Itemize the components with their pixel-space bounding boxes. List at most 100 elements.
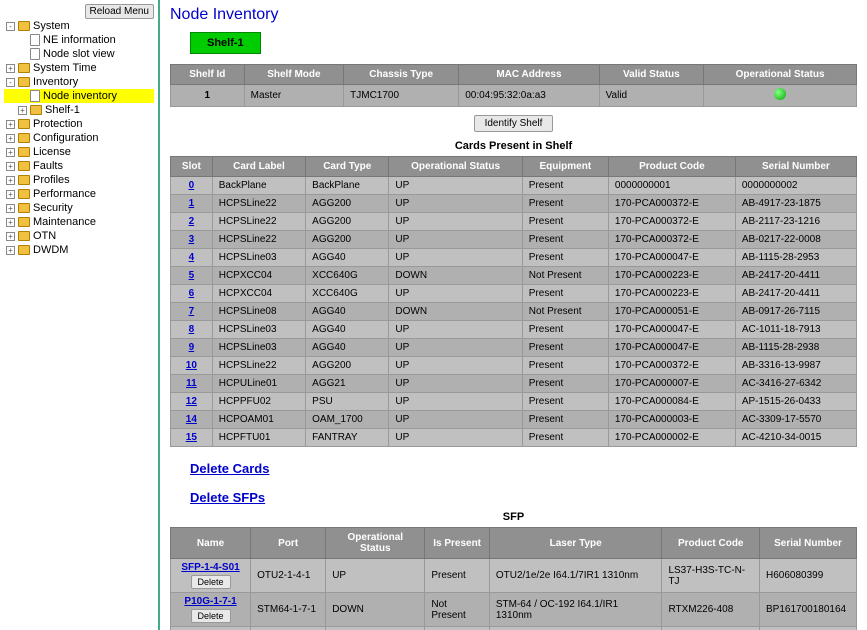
status-dot-icon: [774, 88, 786, 100]
nav-label: Protection: [33, 118, 83, 130]
slot-link[interactable]: 7: [189, 306, 195, 317]
folder-icon: [18, 189, 30, 199]
delete-button[interactable]: Delete: [191, 609, 231, 623]
expand-icon[interactable]: +: [6, 218, 15, 227]
delete-cards-link[interactable]: Delete Cards: [190, 461, 857, 476]
col-header: Port: [251, 528, 326, 559]
expand-icon[interactable]: +: [6, 232, 15, 241]
cell: 170-PCA000372-E: [608, 195, 735, 213]
page-title: Node Inventory: [170, 6, 857, 24]
nav-item-node-inventory[interactable]: Node inventory: [4, 89, 154, 103]
document-icon: [30, 90, 40, 102]
expand-icon[interactable]: +: [6, 176, 15, 185]
slot-link[interactable]: 4: [189, 252, 195, 263]
cell: UP: [389, 411, 522, 429]
folder-icon: [18, 63, 30, 73]
nav-item-system-time[interactable]: +System Time: [4, 61, 154, 75]
cell: AB-4917-23-1875: [735, 195, 856, 213]
cell: HCPXCC04: [212, 267, 305, 285]
sfp-table: NamePortOperational StatusIs PresentLase…: [170, 527, 857, 630]
expand-icon[interactable]: +: [6, 204, 15, 213]
cell: STM64-1-7-1: [251, 627, 326, 630]
expand-icon[interactable]: +: [6, 120, 15, 129]
expand-icon[interactable]: +: [6, 246, 15, 255]
nav-item-otn[interactable]: +OTN: [4, 229, 154, 243]
slot-link[interactable]: 0: [189, 180, 195, 191]
slot-link[interactable]: 6: [189, 288, 195, 299]
cell: BP161700180164: [760, 593, 857, 627]
nav-label: Performance: [33, 188, 96, 200]
nav-label: System: [33, 20, 70, 32]
slot-link[interactable]: 3: [189, 234, 195, 245]
card-row: 5HCPXCC04XCC640GDOWNNot Present170-PCA00…: [171, 267, 857, 285]
cell: UP: [389, 195, 522, 213]
nav-item-protection[interactable]: + Protection: [4, 117, 154, 131]
sfp-name-link[interactable]: P10G-1-7-1: [177, 596, 244, 607]
nav-item-inventory[interactable]: -Inventory: [4, 75, 154, 89]
nav-item-dwdm[interactable]: + DWDM: [4, 243, 154, 257]
nav-item-maintenance[interactable]: +Maintenance: [4, 215, 154, 229]
cell: HCPSLine22: [212, 195, 305, 213]
folder-icon: [18, 161, 30, 171]
nav-label: Shelf-1: [45, 104, 80, 116]
card-row: 4HCPSLine03AGG40UPPresent170-PCA000047-E…: [171, 249, 857, 267]
col-header: Laser Type: [489, 528, 662, 559]
shelf-tab[interactable]: Shelf-1: [190, 32, 261, 54]
nav-item-license[interactable]: +License: [4, 145, 154, 159]
nav-item-node-slot-view[interactable]: Node slot view: [4, 47, 154, 61]
slot-link[interactable]: 8: [189, 324, 195, 335]
reload-menu-button[interactable]: Reload Menu: [85, 4, 154, 19]
cell: AGG40: [306, 321, 389, 339]
folder-icon: [18, 245, 30, 255]
main-content: Node Inventory Shelf-1 Shelf IdShelf Mod…: [160, 0, 867, 630]
slot-link[interactable]: 10: [186, 360, 197, 371]
col-header: Serial Number: [735, 157, 856, 177]
nav-item-security[interactable]: +Security: [4, 201, 154, 215]
expand-icon[interactable]: -: [6, 22, 15, 31]
expand-icon[interactable]: +: [6, 190, 15, 199]
shelf-chassis: TJMC1700: [344, 85, 459, 107]
expand-icon[interactable]: +: [6, 148, 15, 157]
slot-link[interactable]: 11: [186, 378, 197, 389]
nav-item-configuration[interactable]: +Configuration: [4, 131, 154, 145]
expand-icon[interactable]: +: [6, 134, 15, 143]
expand-icon[interactable]: +: [6, 162, 15, 171]
nav-item-performance[interactable]: + Performance: [4, 187, 154, 201]
slot-link[interactable]: 2: [189, 216, 195, 227]
cell: Present: [522, 249, 608, 267]
sfp-name-link[interactable]: SFP-1-4-S01: [177, 562, 244, 573]
expand-icon[interactable]: +: [6, 64, 15, 73]
nav-item-profiles[interactable]: +Profiles: [4, 173, 154, 187]
col-header: Shelf Mode: [244, 65, 343, 85]
slot-link[interactable]: 1: [189, 198, 195, 209]
slot-link[interactable]: 12: [186, 396, 197, 407]
slot-link[interactable]: 9: [189, 342, 195, 353]
cell: UP: [389, 249, 522, 267]
cell: Present: [522, 357, 608, 375]
delete-button[interactable]: Delete: [191, 575, 231, 589]
cell: FANTRAY: [306, 429, 389, 447]
cell: DOWN: [389, 303, 522, 321]
nav-label: DWDM: [33, 244, 68, 256]
identify-shelf-button[interactable]: Identify Shelf: [474, 115, 554, 132]
nav-item-faults[interactable]: + Faults: [4, 159, 154, 173]
cell: UP: [389, 321, 522, 339]
cell: AC-4210-34-0015: [735, 429, 856, 447]
nav-item-system[interactable]: - System: [4, 19, 154, 33]
delete-sfps-link[interactable]: Delete SFPs: [190, 490, 857, 505]
shelf-valid: Valid: [599, 85, 704, 107]
slot-link[interactable]: 5: [189, 270, 195, 281]
cell: PT765F-81-2TD+: [662, 627, 760, 630]
cell: 0000000002: [735, 177, 856, 195]
nav-label: Faults: [33, 160, 63, 172]
slot-link[interactable]: 14: [186, 414, 197, 425]
cell: Present: [522, 213, 608, 231]
card-row: 3HCPSLine22AGG200UPPresent170-PCA000372-…: [171, 231, 857, 249]
nav-item-shelf-1[interactable]: + Shelf-1: [4, 103, 154, 117]
expand-icon[interactable]: -: [6, 78, 15, 87]
nav-item-ne-information[interactable]: NE information: [4, 33, 154, 47]
expand-icon[interactable]: +: [18, 106, 27, 115]
cell: 9: [171, 339, 213, 357]
cell: AB-0217-22-0008: [735, 231, 856, 249]
slot-link[interactable]: 15: [186, 432, 197, 443]
